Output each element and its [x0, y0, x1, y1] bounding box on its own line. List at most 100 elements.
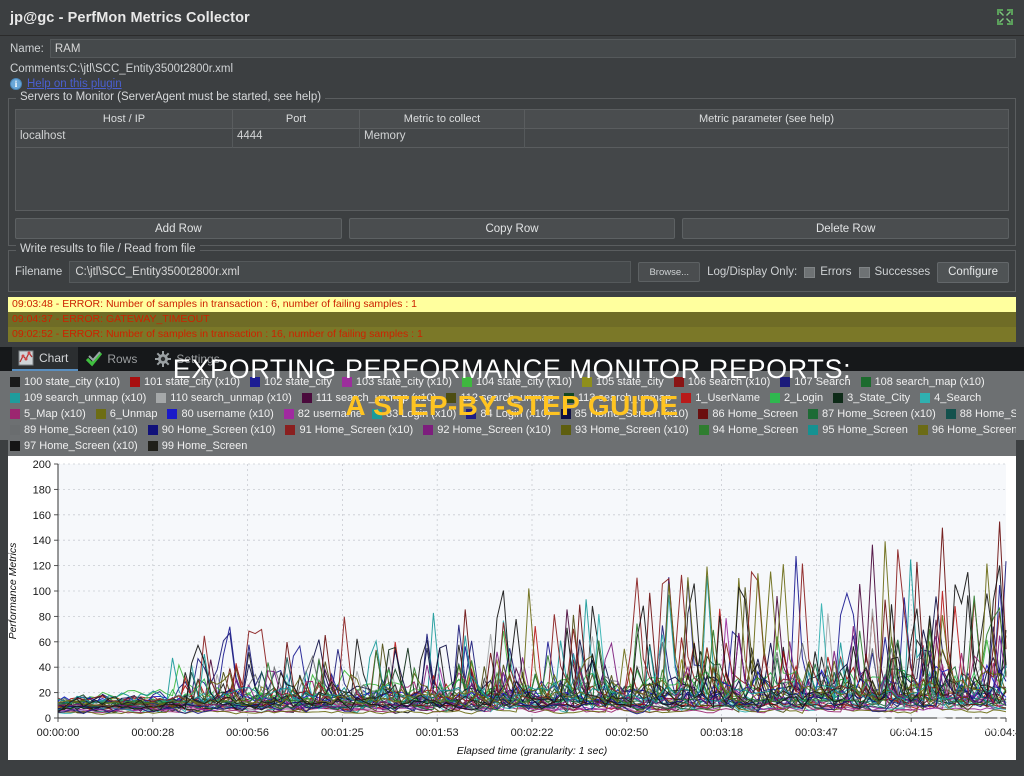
x-axis-title: Elapsed time (granularity: 1 sec) [457, 745, 608, 757]
browse-button[interactable]: Browse... [638, 262, 701, 282]
legend-label: 1_UserName [695, 392, 761, 404]
legend-item[interactable]: 111 search_unmap (x10) [301, 392, 436, 404]
file-group-title: Write results to file / Read from file [16, 243, 200, 255]
column-metric[interactable]: Metric to collect [359, 109, 525, 129]
configure-button[interactable]: Configure [937, 261, 1009, 283]
tab-rows[interactable]: Rows [80, 347, 147, 371]
legend-label: 108 search_map (x10) [874, 376, 985, 388]
delete-row-button[interactable]: Delete Row [682, 218, 1010, 239]
legend-swatch [10, 377, 20, 387]
legend-swatch [681, 393, 692, 403]
legend-item[interactable]: 4_Search [920, 392, 981, 404]
legend-item[interactable]: 90 Home_Screen (x10) [147, 424, 275, 436]
table-header-row: Host / IP Port Metric to collect Metric … [15, 109, 1009, 129]
legend-item[interactable]: 100 state_city (x10) [10, 376, 120, 388]
legend-label: 92 Home_Screen (x10) [437, 424, 551, 436]
legend-item[interactable]: 105 state_city [581, 376, 664, 388]
expand-icon[interactable] [996, 8, 1014, 26]
successes-checkbox-wrap[interactable]: Successes [858, 266, 930, 278]
errors-checkbox[interactable] [804, 266, 816, 278]
legend-item[interactable]: 87 Home_Screen (x10) [808, 408, 936, 420]
legend-swatch [95, 409, 106, 419]
legend-label: 89 Home_Screen (x10) [24, 424, 138, 436]
legend-swatch [698, 409, 709, 419]
name-label: Name: [10, 42, 44, 55]
legend-swatch [423, 425, 434, 435]
legend-item[interactable]: 91 Home_Screen (x10) [285, 424, 413, 436]
legend-item[interactable]: 108 search_map (x10) [860, 376, 985, 388]
filename-input[interactable] [69, 261, 632, 283]
legend-item[interactable]: 89 Home_Screen (x10) [10, 424, 138, 436]
legend-swatch [10, 393, 20, 403]
cell-metric[interactable]: Memory [359, 128, 525, 148]
legend-item[interactable]: 110 search_unmap (x10) [156, 392, 292, 404]
legend-item[interactable]: 92 Home_Screen (x10) [423, 424, 551, 436]
legend-label: 3_State_City [847, 392, 911, 404]
legend-label: 2_Login [784, 392, 824, 404]
legend-item[interactable]: 84 Login (x10) [466, 408, 551, 420]
legend-item[interactable]: 106 search (x10) [673, 376, 770, 388]
tab-chart[interactable]: Chart [12, 347, 79, 371]
cell-port[interactable]: 4444 [232, 128, 360, 148]
window-title: jp@gc - PerfMon Metrics Collector [10, 9, 250, 26]
legend-label: 85 Home_Screen (x10) [574, 408, 689, 420]
chart-area[interactable]: 0 20 40 60 80 100 120 140 160 180 200 00:00:00 00:00… [0, 456, 1024, 760]
performance-chart[interactable]: 0 20 40 60 80 100 120 140 160 180 200 00:00:00 00:00… [0, 456, 1024, 760]
cell-host[interactable]: localhost [15, 128, 233, 148]
y-tick-label: 0 [45, 713, 51, 725]
add-row-button[interactable]: Add Row [15, 218, 342, 239]
legend-item[interactable]: 94 Home_Screen [698, 424, 798, 436]
y-tick-label: 120 [33, 561, 51, 573]
legend-item[interactable]: 3_State_City [833, 392, 910, 404]
legend-item[interactable]: 101 state_city (x10) [130, 376, 240, 388]
column-port[interactable]: Port [232, 109, 360, 129]
name-input[interactable] [49, 39, 1016, 58]
gear-icon [155, 351, 172, 367]
error-log-line: 09:03:48 - ERROR: Number of samples in t… [8, 297, 1016, 312]
table-row[interactable]: localhost 4444 Memory [15, 128, 1009, 148]
column-metric-parameter[interactable]: Metric parameter (see help) [524, 109, 1009, 129]
right-border-strip [1016, 440, 1024, 776]
legend-item[interactable]: 95 Home_Screen [808, 424, 908, 436]
legend-item[interactable]: 80 username (x10) [167, 408, 274, 420]
legend-item[interactable]: 109 search_unmap (x10) [10, 392, 146, 404]
legend-label: 96 Home_Screen (x10) [931, 424, 1016, 436]
errors-checkbox-wrap[interactable]: Errors [804, 266, 852, 278]
legend-item[interactable]: 112 search_unmap [446, 392, 554, 404]
legend-item[interactable]: 86 Home_Screen [698, 408, 798, 420]
legend-item[interactable]: 97 Home_Screen (x10) [10, 440, 138, 452]
legend-swatch [920, 393, 931, 403]
legend-item[interactable]: 99 Home_Screen [147, 440, 247, 452]
legend-item[interactable]: 85 Home_Screen (x10) [560, 408, 689, 420]
tab-settings[interactable]: Settings [149, 347, 229, 371]
legend-item[interactable]: 107 Search [780, 376, 851, 388]
legend-item[interactable]: 5_Map (x10) [10, 408, 86, 420]
legend-item[interactable]: 93 Home_Screen (x10) [560, 424, 689, 436]
legend-item[interactable]: 1_UserName [681, 392, 760, 404]
legend-item[interactable]: 6_Unmap [95, 408, 157, 420]
column-host[interactable]: Host / IP [15, 109, 233, 129]
help-link[interactable]: Help on this plugin [27, 78, 122, 90]
legend-swatch [10, 425, 20, 435]
successes-checkbox[interactable] [858, 266, 870, 278]
legend-item[interactable]: 2_Login [770, 392, 823, 404]
y-tick-label: 100 [33, 586, 51, 598]
legend-item[interactable]: 113 search_unmap [563, 392, 672, 404]
legend-swatch [808, 425, 819, 435]
legend-item[interactable]: 82 username [283, 408, 362, 420]
legend-label: 113 search_unmap [577, 392, 672, 404]
legend-item[interactable]: 102 state_city [250, 376, 332, 388]
legend-label: 112 search_unmap [460, 392, 554, 404]
x-tick-label: 00:01:25 [321, 727, 364, 739]
x-tick-label: 00:02:22 [511, 727, 554, 739]
legend-item[interactable]: 96 Home_Screen (x10) [917, 424, 1016, 436]
table-empty-area[interactable] [15, 148, 1009, 211]
cell-metric-parameter[interactable] [524, 128, 1009, 148]
legend-item[interactable]: 83 Login (x10) [372, 408, 456, 420]
legend-item[interactable]: 104 state_city (x10) [461, 376, 572, 388]
copy-row-button[interactable]: Copy Row [348, 218, 676, 239]
legend-item[interactable]: 103 state_city (x10) [341, 376, 452, 388]
legend-label: 100 state_city (x10) [24, 376, 120, 388]
perfmon-window: jp@gc - PerfMon Metrics Collector Name: … [0, 0, 1024, 776]
legend-item[interactable]: 88 Home_Screen [945, 408, 1016, 420]
